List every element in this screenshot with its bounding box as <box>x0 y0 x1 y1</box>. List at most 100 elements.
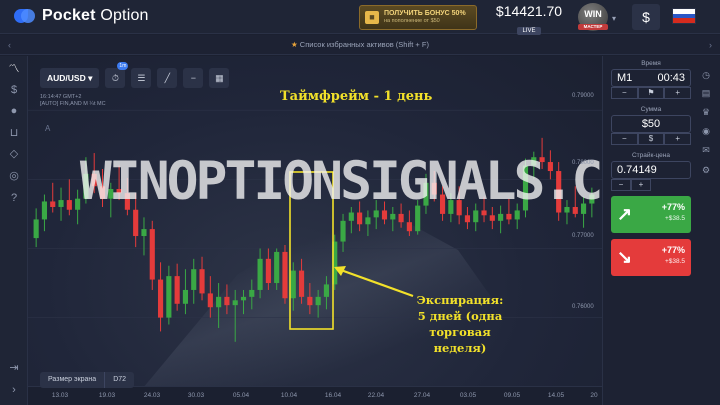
chevron-down-icon[interactable]: ▾ <box>612 14 616 23</box>
dollar-icon[interactable]: $ <box>6 83 22 97</box>
trophy-icon[interactable]: ♛ <box>699 105 713 119</box>
diamond-icon[interactable]: ◇ <box>6 147 22 161</box>
chart-letter-a: A <box>45 124 51 133</box>
chart-area[interactable] <box>28 56 602 386</box>
candle-bearish <box>398 213 404 223</box>
x-axis: 13.03 19.03 24.03 30.03 05.04 10.04 16.0… <box>28 386 602 405</box>
candle-bearish <box>149 229 155 280</box>
timeframe-button[interactable]: ⏱ 1m <box>105 62 129 88</box>
candle-bullish <box>240 296 247 301</box>
amount-minus-button[interactable]: − <box>611 133 638 145</box>
chevron-right-icon[interactable]: › <box>6 383 22 397</box>
candle-bullish <box>323 284 330 297</box>
account-mode-badge: LIVE <box>517 27 541 35</box>
deposit-button[interactable]: $ <box>632 4 660 30</box>
candle-bearish <box>157 279 164 318</box>
flag-icon[interactable]: ⚑ <box>637 87 665 99</box>
chevron-left-icon[interactable]: ‹ <box>8 35 11 55</box>
put-payout: +$38.5 <box>664 258 685 265</box>
x-tick-label: 30.03 <box>187 392 205 399</box>
amount-label: Сумма <box>640 106 662 113</box>
indicators-icon[interactable]: ☰ <box>131 68 152 88</box>
left-sidebar: 〽 $ ● ⊔ ◇ ◎ ? ⇥ › <box>0 56 28 405</box>
chart-settings-line: [AUTO] FIN,AND M ¼t MC <box>40 101 106 107</box>
candle-bullish <box>390 213 396 220</box>
put-percent: +77% <box>661 245 685 255</box>
time-stepper: − ⚑ + <box>611 87 692 99</box>
x-tick-label: 27.04 <box>413 392 431 399</box>
chevron-right-icon[interactable]: › <box>709 35 712 55</box>
candle-bullish <box>290 270 296 299</box>
logout-icon[interactable]: ⇥ <box>6 361 22 375</box>
signals-icon[interactable]: ◎ <box>6 169 22 183</box>
draw-line-icon[interactable]: ╱ <box>157 68 178 88</box>
candle-bearish <box>298 270 305 297</box>
x-tick-label: 19.03 <box>98 392 116 399</box>
candle-bullish <box>141 229 147 237</box>
time-field[interactable]: M1 00:43 <box>611 69 691 87</box>
currency-icon[interactable]: $ <box>637 133 665 145</box>
logo[interactable]: Pocket Option <box>14 7 149 25</box>
help-icon[interactable]: ? <box>6 191 22 205</box>
candle-bearish <box>506 213 512 220</box>
user-icon[interactable]: ● <box>6 104 22 118</box>
candle-bullish <box>365 217 371 225</box>
win-badge-label: WIN <box>584 9 602 19</box>
chart-trend-icon[interactable]: 〽 <box>6 62 22 76</box>
clock-icon[interactable]: ◷ <box>699 68 713 82</box>
chat-icon[interactable]: ✉ <box>699 143 713 157</box>
screen-size-value: D72 <box>104 372 134 388</box>
time-plus-button[interactable]: + <box>664 87 692 99</box>
x-tick-label: 09.05 <box>503 392 521 399</box>
candle-bearish <box>199 269 205 294</box>
favorites-bar[interactable]: ‹ ★ Список избранных активов (Shift + F) … <box>0 35 720 55</box>
asset-name: AUD/USD <box>47 73 86 83</box>
trade-panel: Время M1 00:43 − ⚑ + Сумма $50 − $ + Стр… <box>602 56 720 405</box>
asset-selector[interactable]: AUD/USD ▾ <box>40 68 100 88</box>
call-button[interactable]: ↗ +77% +$38.5 <box>611 196 691 233</box>
amount-plus-button[interactable]: + <box>664 133 692 145</box>
y-tick-label: 0.76000 <box>572 304 594 310</box>
arrow-up-icon: ↗ <box>617 204 633 224</box>
candle-bullish <box>182 289 189 304</box>
expiration-line-1: Экспирация: <box>416 293 504 307</box>
screen-size-control[interactable]: Размер экрана D72 <box>40 372 135 388</box>
candle-bullish <box>191 269 197 290</box>
grid-layout-icon[interactable]: ▦ <box>209 68 230 88</box>
x-tick-label: 14.05 <box>547 392 565 399</box>
candle-bearish <box>357 212 363 225</box>
candle-bullish <box>498 213 504 221</box>
layers-icon[interactable]: ▤ <box>699 86 713 100</box>
x-tick-label: 13.03 <box>51 392 69 399</box>
x-tick-label: 16.04 <box>324 392 342 399</box>
candle-bullish <box>257 258 263 290</box>
settings-icon[interactable]: ⚙ <box>699 163 713 177</box>
language-flag-icon[interactable] <box>672 8 696 24</box>
favorites-text: Список избранных активов (Shift + F) <box>299 40 429 49</box>
bonus-button[interactable]: ■ ПОЛУЧИТЬ БОНУС 50% на пополнение от $5… <box>359 5 477 30</box>
candle-bullish <box>232 300 238 306</box>
candle-bearish <box>489 215 495 221</box>
candle-bearish <box>464 215 471 223</box>
strike-field[interactable]: 0.74149 <box>611 161 691 179</box>
chart-toolbar: AUD/USD ▾ ⏱ 1m ☰ ╱ − ▦ <box>40 62 230 88</box>
strike-minus-button[interactable]: − <box>611 179 631 191</box>
put-button[interactable]: ↘ +77% +$38.5 <box>611 239 691 276</box>
x-tick-label: 05.04 <box>232 392 250 399</box>
x-tick-label: 22.04 <box>367 392 385 399</box>
amount-field[interactable]: $50 <box>611 115 691 133</box>
time-minus-button[interactable]: − <box>611 87 638 99</box>
strike-plus-button[interactable]: + <box>631 179 651 191</box>
timeframe-annotation: Таймфрейм - 1 день <box>280 89 433 104</box>
top-bar: Pocket Option ■ ПОЛУЧИТЬ БОНУС 50% на по… <box>0 0 720 37</box>
win-status-badge[interactable]: МАСТЕР WIN <box>578 3 608 31</box>
candle-bullish <box>216 296 222 308</box>
user-icon[interactable]: ◉ <box>699 124 713 138</box>
cart-icon[interactable]: ⊔ <box>6 126 22 140</box>
balance-display[interactable]: $14421.70 LIVE <box>492 3 566 37</box>
minus-icon[interactable]: − <box>183 68 204 88</box>
candle-bullish <box>33 219 39 239</box>
logo-icon <box>14 7 36 25</box>
chart-meta: 16:14:47 GMT+2 [AUTO] FIN,AND M ¼t MC <box>40 94 106 108</box>
candle-bearish <box>406 222 412 232</box>
